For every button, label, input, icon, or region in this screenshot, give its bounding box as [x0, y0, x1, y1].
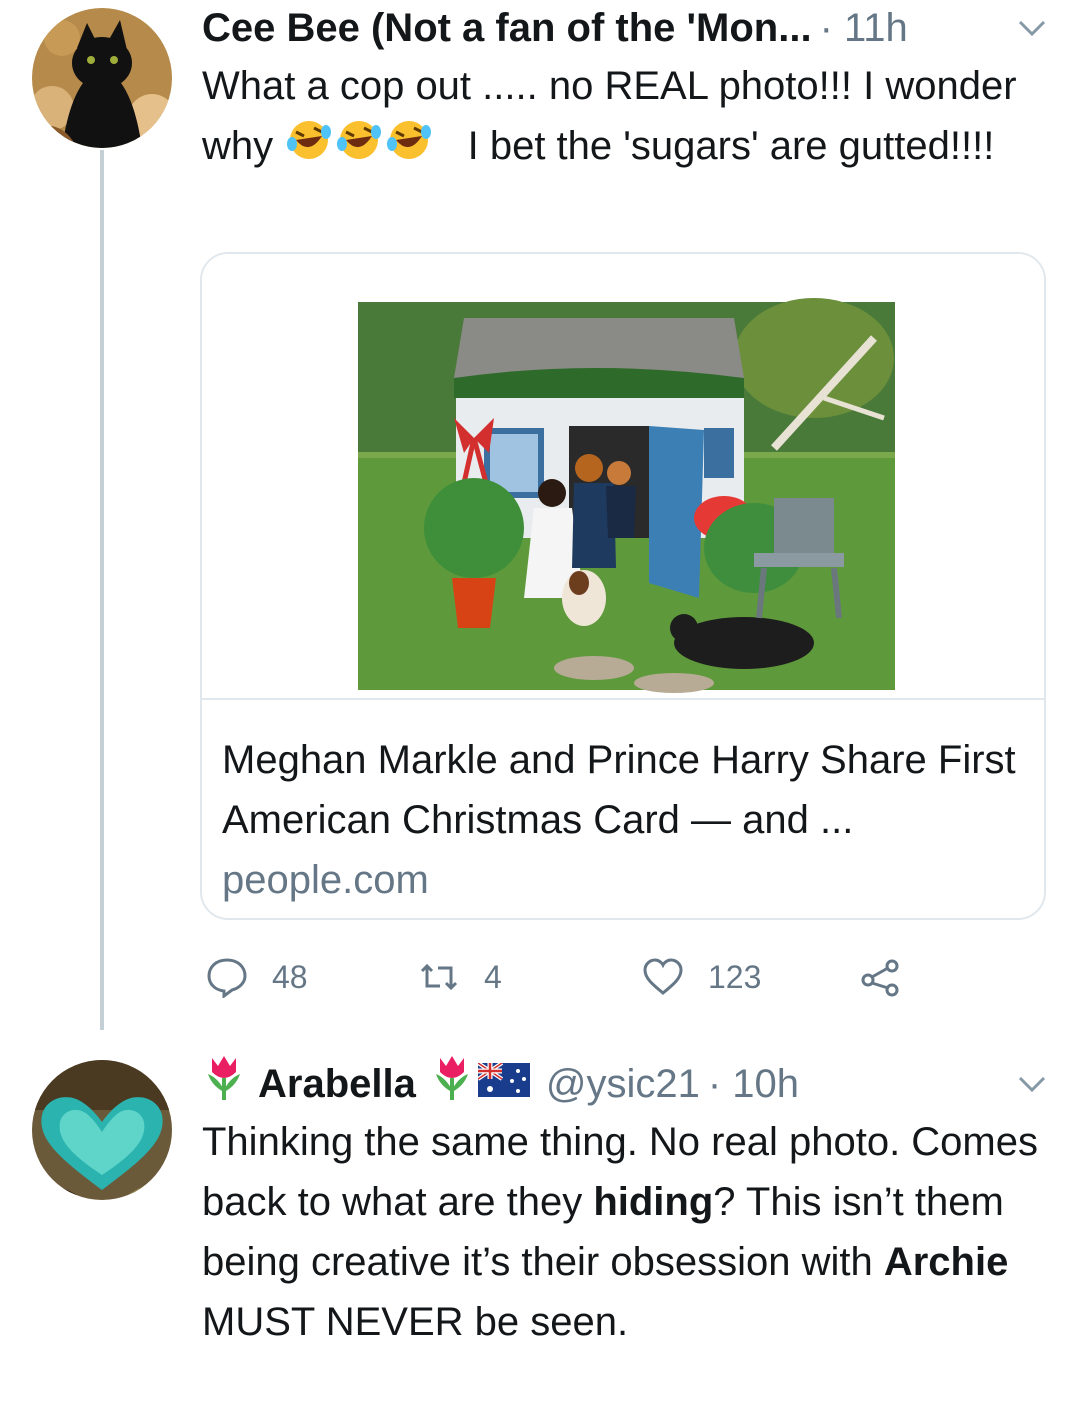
rolling-on-floor-laughing-emoji	[384, 118, 434, 179]
tweet-text-part2: I bet the 'sugars' are gutted!!!!	[467, 124, 995, 168]
tweet-text: What a cop out ..... no REAL photo!!! I …	[202, 56, 1054, 179]
reply-count: 48	[272, 958, 308, 995]
share-button[interactable]	[860, 956, 926, 998]
cat-avatar-image	[32, 8, 172, 148]
tulip-emoji	[202, 1052, 246, 1117]
tweet-header: Cee Bee (Not a fan of the 'Mon... · 11h	[202, 0, 1054, 56]
australia-flag-emoji	[476, 1056, 530, 1112]
retweet-button[interactable]: 4	[418, 956, 502, 998]
tulip-emoji	[430, 1052, 474, 1117]
card-domain: people.com	[222, 858, 429, 902]
author-name[interactable]: Arabella	[258, 1056, 416, 1112]
card-image[interactable]	[202, 254, 1044, 700]
author-name[interactable]: Cee Bee (Not a fan of the 'Mon...	[202, 0, 812, 56]
rolling-on-floor-laughing-emoji	[334, 118, 384, 179]
like-button[interactable]: 123	[642, 956, 761, 998]
chevron-down-icon[interactable]	[1010, 6, 1054, 50]
retweet-count: 4	[484, 958, 502, 995]
rolling-on-floor-laughing-emoji	[284, 118, 334, 179]
card-text: Meghan Markle and Prince Harry Share Fir…	[202, 700, 1044, 910]
like-count: 123	[708, 958, 762, 995]
christmas-card-illustration	[354, 298, 899, 694]
share-icon	[861, 959, 899, 997]
avatar[interactable]	[32, 8, 172, 148]
link-preview-card[interactable]: Meghan Markle and Prince Harry Share Fir…	[200, 252, 1046, 920]
reply-button[interactable]: 48	[206, 956, 308, 998]
handle[interactable]: @ysic21	[546, 1056, 700, 1112]
timestamp[interactable]: · 10h	[708, 1056, 799, 1112]
timestamp[interactable]: · 11h	[820, 0, 908, 56]
tweet[interactable]: Cee Bee (Not a fan of the 'Mon... · 11h …	[202, 0, 1054, 179]
tweet-actions: 48 4 123	[202, 950, 922, 1004]
tweet-text: Thinking the same thing. No real photo. …	[202, 1112, 1054, 1352]
heart-icon	[643, 958, 683, 995]
heart-pool-avatar-image	[32, 1060, 172, 1200]
retweet-icon	[420, 963, 458, 991]
tweet-text-bold-archie: Archie	[883, 1240, 1009, 1284]
tweet-text-seg3: MUST NEVER be seen.	[202, 1300, 629, 1344]
tweet-text-bold-hiding: hiding	[593, 1180, 714, 1224]
card-title[interactable]: Meghan Markle and Prince Harry Share Fir…	[222, 730, 1024, 850]
chevron-down-icon[interactable]	[1010, 1062, 1054, 1106]
tweet-header: Arabella @ysic21 · 10h	[202, 1055, 1054, 1112]
avatar[interactable]	[32, 1060, 172, 1200]
reply-icon	[207, 958, 247, 998]
tweet[interactable]: Arabella @ysic21 · 10h Thinking the same…	[202, 1055, 1054, 1352]
thread-connector-line	[100, 150, 104, 1030]
